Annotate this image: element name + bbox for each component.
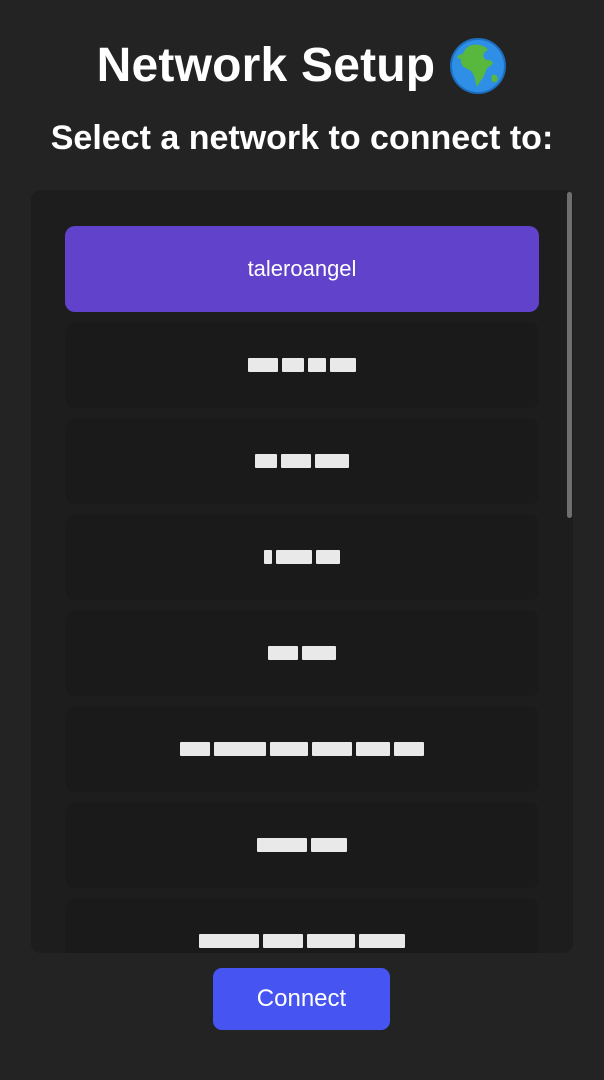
network-item[interactable] xyxy=(65,514,539,600)
network-item[interactable] xyxy=(65,898,539,953)
obscured-network-name xyxy=(264,550,340,564)
network-name: taleroangel xyxy=(247,256,357,281)
page-title: Network Setup xyxy=(96,39,436,92)
network-item[interactable] xyxy=(65,802,539,888)
obscured-network-name xyxy=(180,742,424,756)
network-list: taleroangel xyxy=(65,226,539,953)
network-list-panel[interactable]: taleroangel xyxy=(31,190,573,953)
network-item-selected[interactable]: taleroangel xyxy=(65,226,539,312)
page-subtitle: Select a network to connect to: xyxy=(50,119,554,157)
obscured-network-name xyxy=(255,454,349,468)
obscured-network-name xyxy=(248,358,356,372)
page-header: Network Setup xyxy=(0,34,604,98)
obscured-network-name xyxy=(257,838,347,852)
network-item[interactable] xyxy=(65,322,539,408)
list-scrollbar[interactable] xyxy=(567,192,572,518)
connect-button[interactable]: Connect xyxy=(213,968,390,1030)
obscured-network-name xyxy=(199,934,405,948)
globe-icon xyxy=(450,38,507,94)
network-item[interactable] xyxy=(65,706,539,792)
obscured-network-name xyxy=(268,646,336,660)
network-item[interactable] xyxy=(65,418,539,504)
network-item[interactable] xyxy=(65,610,539,696)
